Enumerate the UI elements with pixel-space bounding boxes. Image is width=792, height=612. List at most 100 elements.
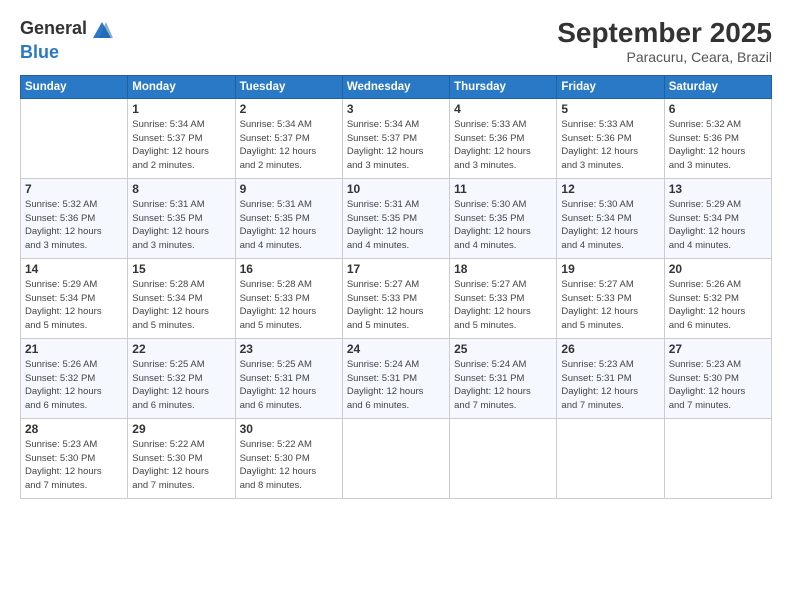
calendar-week-2: 14 Sunrise: 5:29 AMSunset: 5:34 PMDayligh… — [21, 258, 772, 338]
calendar-header-row: SundayMondayTuesdayWednesdayThursdayFrid… — [21, 75, 772, 98]
day-info: Sunrise: 5:24 AMSunset: 5:31 PMDaylight:… — [347, 358, 445, 413]
calendar-cell: 24 Sunrise: 5:24 AMSunset: 5:31 PMDayligh… — [342, 338, 449, 418]
day-number: 10 — [347, 182, 445, 196]
calendar-table: SundayMondayTuesdayWednesdayThursdayFrid… — [20, 75, 772, 499]
calendar-cell: 20 Sunrise: 5:26 AMSunset: 5:32 PMDayligh… — [664, 258, 771, 338]
calendar-cell: 5 Sunrise: 5:33 AMSunset: 5:36 PMDaylight… — [557, 98, 664, 178]
calendar-cell: 18 Sunrise: 5:27 AMSunset: 5:33 PMDayligh… — [450, 258, 557, 338]
calendar-cell: 13Sunrise: 5:29 AMSunset: 5:34 PMDayligh… — [664, 178, 771, 258]
calendar-week-3: 21 Sunrise: 5:26 AMSunset: 5:32 PMDayligh… — [21, 338, 772, 418]
calendar-cell — [21, 98, 128, 178]
day-info: Sunrise: 5:27 AMSunset: 5:33 PMDaylight:… — [454, 278, 552, 333]
day-info: Sunrise: 5:22 AMSunset: 5:30 PMDaylight:… — [240, 438, 338, 493]
day-info: Sunrise: 5:34 AMSunset: 5:37 PMDaylight:… — [132, 118, 230, 173]
day-info: Sunrise: 5:31 AMSunset: 5:35 PMDaylight:… — [347, 198, 445, 253]
day-info: Sunrise: 5:32 AMSunset: 5:36 PMDaylight:… — [669, 118, 767, 173]
weekday-header-thursday: Thursday — [450, 75, 557, 98]
page: General Blue September 2025 Paracuru, Ce… — [0, 0, 792, 612]
weekday-header-saturday: Saturday — [664, 75, 771, 98]
logo-blue: Blue — [20, 42, 59, 62]
day-number: 11 — [454, 182, 552, 196]
day-info: Sunrise: 5:29 AMSunset: 5:34 PMDaylight:… — [669, 198, 767, 253]
calendar-cell: 15Sunrise: 5:28 AMSunset: 5:34 PMDayligh… — [128, 258, 235, 338]
logo-general: General — [20, 18, 87, 38]
calendar-cell — [557, 418, 664, 498]
calendar-week-1: 7 Sunrise: 5:32 AMSunset: 5:36 PMDaylight… — [21, 178, 772, 258]
calendar-cell: 22 Sunrise: 5:25 AMSunset: 5:32 PMDayligh… — [128, 338, 235, 418]
calendar-cell: 19 Sunrise: 5:27 AMSunset: 5:33 PMDayligh… — [557, 258, 664, 338]
day-number: 24 — [347, 342, 445, 356]
day-info: Sunrise: 5:33 AMSunset: 5:36 PMDaylight:… — [454, 118, 552, 173]
day-number: 6 — [669, 102, 767, 116]
day-info: Sunrise: 5:26 AMSunset: 5:32 PMDaylight:… — [25, 358, 123, 413]
day-info: Sunrise: 5:26 AMSunset: 5:32 PMDaylight:… — [669, 278, 767, 333]
day-number: 1 — [132, 102, 230, 116]
calendar-cell: 25 Sunrise: 5:24 AMSunset: 5:31 PMDayligh… — [450, 338, 557, 418]
day-number: 29 — [132, 422, 230, 436]
day-info: Sunrise: 5:31 AMSunset: 5:35 PMDaylight:… — [132, 198, 230, 253]
day-info: Sunrise: 5:30 AMSunset: 5:34 PMDaylight:… — [561, 198, 659, 253]
day-info: Sunrise: 5:29 AMSunset: 5:34 PMDaylight:… — [25, 278, 123, 333]
calendar-cell: 26Sunrise: 5:23 AMSunset: 5:31 PMDayligh… — [557, 338, 664, 418]
day-number: 14 — [25, 262, 123, 276]
day-number: 21 — [25, 342, 123, 356]
day-info: Sunrise: 5:24 AMSunset: 5:31 PMDaylight:… — [454, 358, 552, 413]
day-number: 8 — [132, 182, 230, 196]
calendar-cell: 9 Sunrise: 5:31 AMSunset: 5:35 PMDaylight… — [235, 178, 342, 258]
day-number: 9 — [240, 182, 338, 196]
day-info: Sunrise: 5:25 AMSunset: 5:32 PMDaylight:… — [132, 358, 230, 413]
logo: General Blue — [20, 18, 114, 63]
day-info: Sunrise: 5:33 AMSunset: 5:36 PMDaylight:… — [561, 118, 659, 173]
day-number: 26 — [561, 342, 659, 356]
calendar-cell: 6 Sunrise: 5:32 AMSunset: 5:36 PMDaylight… — [664, 98, 771, 178]
day-number: 18 — [454, 262, 552, 276]
calendar-cell — [450, 418, 557, 498]
calendar-cell: 16Sunrise: 5:28 AMSunset: 5:33 PMDayligh… — [235, 258, 342, 338]
day-info: Sunrise: 5:23 AMSunset: 5:30 PMDaylight:… — [669, 358, 767, 413]
calendar-cell: 10 Sunrise: 5:31 AMSunset: 5:35 PMDayligh… — [342, 178, 449, 258]
day-number: 27 — [669, 342, 767, 356]
calendar-cell: 7 Sunrise: 5:32 AMSunset: 5:36 PMDaylight… — [21, 178, 128, 258]
day-number: 7 — [25, 182, 123, 196]
weekday-header-tuesday: Tuesday — [235, 75, 342, 98]
logo-text: General Blue — [20, 18, 114, 63]
day-info: Sunrise: 5:34 AMSunset: 5:37 PMDaylight:… — [240, 118, 338, 173]
calendar-cell: 17 Sunrise: 5:27 AMSunset: 5:33 PMDayligh… — [342, 258, 449, 338]
day-number: 28 — [25, 422, 123, 436]
location-title: Paracuru, Ceara, Brazil — [557, 49, 772, 65]
calendar-cell: 23Sunrise: 5:25 AMSunset: 5:31 PMDayligh… — [235, 338, 342, 418]
day-number: 25 — [454, 342, 552, 356]
calendar-cell — [342, 418, 449, 498]
month-title: September 2025 — [557, 18, 772, 49]
calendar-cell: 21 Sunrise: 5:26 AMSunset: 5:32 PMDayligh… — [21, 338, 128, 418]
day-number: 19 — [561, 262, 659, 276]
day-number: 23 — [240, 342, 338, 356]
day-info: Sunrise: 5:27 AMSunset: 5:33 PMDaylight:… — [347, 278, 445, 333]
title-block: September 2025 Paracuru, Ceara, Brazil — [557, 18, 772, 65]
day-info: Sunrise: 5:28 AMSunset: 5:33 PMDaylight:… — [240, 278, 338, 333]
day-number: 22 — [132, 342, 230, 356]
day-number: 5 — [561, 102, 659, 116]
calendar-cell: 11 Sunrise: 5:30 AMSunset: 5:35 PMDayligh… — [450, 178, 557, 258]
day-info: Sunrise: 5:32 AMSunset: 5:36 PMDaylight:… — [25, 198, 123, 253]
calendar-cell: 12Sunrise: 5:30 AMSunset: 5:34 PMDayligh… — [557, 178, 664, 258]
day-info: Sunrise: 5:28 AMSunset: 5:34 PMDaylight:… — [132, 278, 230, 333]
logo-icon — [91, 20, 113, 42]
day-number: 2 — [240, 102, 338, 116]
day-number: 20 — [669, 262, 767, 276]
day-info: Sunrise: 5:31 AMSunset: 5:35 PMDaylight:… — [240, 198, 338, 253]
calendar-cell: 1 Sunrise: 5:34 AMSunset: 5:37 PMDaylight… — [128, 98, 235, 178]
calendar-cell: 8 Sunrise: 5:31 AMSunset: 5:35 PMDaylight… — [128, 178, 235, 258]
weekday-header-sunday: Sunday — [21, 75, 128, 98]
day-info: Sunrise: 5:22 AMSunset: 5:30 PMDaylight:… — [132, 438, 230, 493]
day-info: Sunrise: 5:27 AMSunset: 5:33 PMDaylight:… — [561, 278, 659, 333]
day-info: Sunrise: 5:30 AMSunset: 5:35 PMDaylight:… — [454, 198, 552, 253]
day-number: 17 — [347, 262, 445, 276]
header: General Blue September 2025 Paracuru, Ce… — [20, 18, 772, 65]
calendar-week-4: 28 Sunrise: 5:23 AMSunset: 5:30 PMDayligh… — [21, 418, 772, 498]
calendar-cell: 2 Sunrise: 5:34 AMSunset: 5:37 PMDaylight… — [235, 98, 342, 178]
day-info: Sunrise: 5:23 AMSunset: 5:30 PMDaylight:… — [25, 438, 123, 493]
calendar-cell: 28 Sunrise: 5:23 AMSunset: 5:30 PMDayligh… — [21, 418, 128, 498]
calendar-cell: 30 Sunrise: 5:22 AMSunset: 5:30 PMDayligh… — [235, 418, 342, 498]
day-number: 30 — [240, 422, 338, 436]
